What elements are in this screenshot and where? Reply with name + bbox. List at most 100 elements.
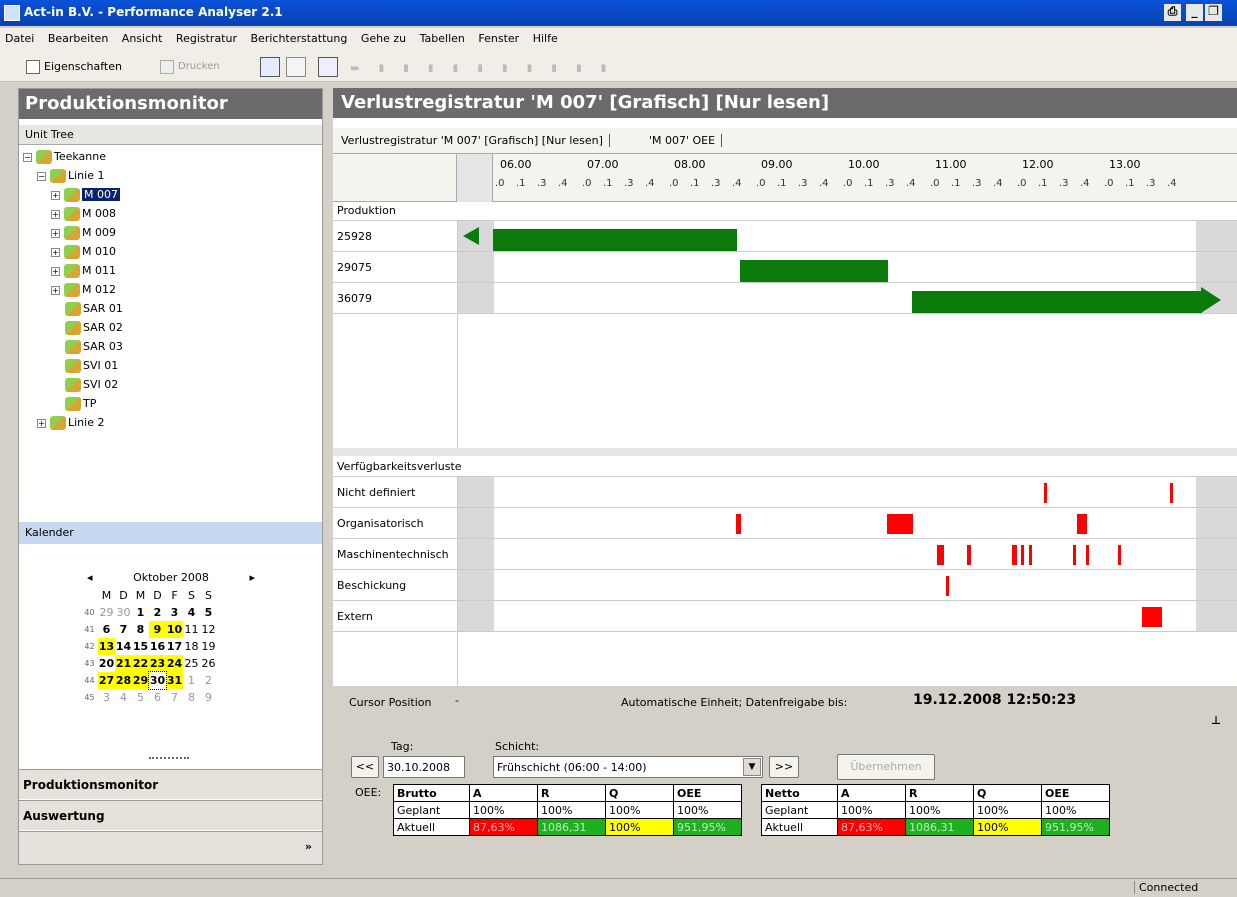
tree-item[interactable]: SAR 03 [65, 337, 123, 356]
calendar-day[interactable]: 16 [149, 638, 166, 655]
tree-item[interactable]: + M 009 [51, 223, 116, 242]
calendar-day[interactable]: 6 [149, 689, 166, 706]
calendar-day[interactable]: 23 [149, 655, 166, 672]
expand-icon[interactable]: + [51, 266, 60, 276]
calendar-day[interactable]: 15 [132, 638, 149, 655]
loss-event[interactable] [1170, 483, 1173, 503]
kalender-header[interactable]: Kalender [19, 522, 322, 544]
calendar-day[interactable]: 4 [183, 604, 200, 621]
tab-oee[interactable]: 'M 007' OEE [649, 134, 723, 147]
calendar-day[interactable]: 7 [166, 689, 183, 706]
expand-icon[interactable]: + [51, 190, 60, 200]
calendar-day[interactable]: 21 [115, 655, 132, 672]
calendar-day[interactable]: 28 [115, 672, 132, 689]
menu-hilfe[interactable]: Hilfe [528, 28, 563, 49]
calendar-day[interactable]: 8 [183, 689, 200, 706]
dropdown-arrow-icon[interactable]: ▼ [743, 758, 761, 776]
calendar-day[interactable]: 22 [132, 655, 149, 672]
collapse-icon[interactable]: − [23, 152, 32, 162]
order-bar-29075[interactable] [740, 260, 888, 282]
loss-event[interactable] [1044, 483, 1047, 503]
nav-produktionsmonitor[interactable]: Produktionsmonitor [19, 769, 322, 799]
loss-event[interactable] [1021, 545, 1024, 565]
tree-linie2[interactable]: + Linie 2 [37, 413, 104, 432]
tab-graph[interactable]: Verlustregistratur 'M 007' [Grafisch] [N… [341, 134, 610, 147]
calendar-day[interactable]: 2 [200, 672, 217, 689]
calendar-day[interactable]: 4 [115, 689, 132, 706]
calendar-day-selected[interactable]: 30 [148, 671, 167, 690]
print-window-icon[interactable]: ⎙ [1164, 4, 1181, 21]
view-table-icon[interactable] [286, 57, 306, 77]
loss-event[interactable] [1029, 545, 1032, 565]
tree-linie1[interactable]: − Linie 1 [37, 166, 104, 185]
prev-day-button[interactable]: << [351, 756, 379, 778]
properties-button[interactable]: Eigenschaften [44, 60, 122, 73]
calendar-day[interactable]: 9 [200, 689, 217, 706]
tree-item[interactable]: SAR 02 [65, 318, 123, 337]
print-button[interactable]: Drucken [178, 61, 220, 72]
tree-root[interactable]: − Teekanne [23, 147, 106, 166]
tree-item[interactable]: + M 010 [51, 242, 116, 261]
calendar-day[interactable]: 1 [132, 604, 149, 621]
calendar-day[interactable]: 8 [132, 621, 149, 638]
expand-icon[interactable]: + [51, 285, 60, 295]
tree-item[interactable]: + M 012 [51, 280, 116, 299]
calendar-day[interactable]: 24 [166, 655, 183, 672]
nav-auswertung[interactable]: Auswertung [19, 800, 322, 830]
tree-item[interactable]: + M 008 [51, 204, 116, 223]
calendar-day[interactable]: 13 [98, 638, 115, 655]
calendar-day[interactable]: 9 [149, 621, 166, 638]
menu-gehe-zu[interactable]: Gehe zu [356, 28, 411, 49]
prev-month-icon[interactable]: ◂ [87, 571, 93, 584]
menu-fenster[interactable]: Fenster [473, 28, 524, 49]
calendar-day[interactable]: 30 [115, 604, 132, 621]
order-bar-36079[interactable] [912, 291, 1202, 313]
loss-event[interactable] [1077, 514, 1087, 534]
collapse-icon[interactable]: − [37, 171, 46, 181]
tree-item[interactable]: SAR 01 [65, 299, 123, 318]
apply-button[interactable]: Übernehmen [837, 754, 935, 780]
expand-icon[interactable]: + [51, 209, 60, 219]
calendar-day[interactable]: 2 [149, 604, 166, 621]
loss-event[interactable] [1086, 545, 1089, 565]
loss-event[interactable] [1142, 607, 1162, 627]
calendar-day[interactable]: 25 [183, 655, 200, 672]
calendar-day[interactable]: 3 [166, 604, 183, 621]
calendar-day[interactable]: 19 [200, 638, 217, 655]
calendar-day[interactable]: 11 [183, 621, 200, 638]
menu-registratur[interactable]: Registratur [171, 28, 242, 49]
calendar-day[interactable]: 18 [183, 638, 200, 655]
next-day-button[interactable]: >> [769, 756, 799, 778]
order-bar-25928[interactable] [493, 229, 737, 251]
calendar-day[interactable]: 5 [200, 604, 217, 621]
calendar-day[interactable]: 10 [166, 621, 183, 638]
calendar-day[interactable]: 29 [98, 604, 115, 621]
menu-bearbeiten[interactable]: Bearbeiten [43, 28, 113, 49]
splitter-handle[interactable] [149, 757, 189, 761]
refresh-icon[interactable] [318, 57, 338, 77]
view-graph-icon[interactable] [260, 57, 280, 77]
tree-item[interactable]: SVI 01 [65, 356, 118, 375]
expand-icon[interactable]: + [37, 418, 46, 428]
menu-berichterstattung[interactable]: Berichterstattung [246, 28, 353, 49]
loss-event[interactable] [1073, 545, 1076, 565]
loss-event[interactable] [1118, 545, 1121, 565]
tag-input[interactable]: 30.10.2008 [383, 756, 465, 778]
loss-event[interactable] [967, 545, 971, 565]
menu-datei[interactable]: Datei [0, 28, 39, 49]
pin-icon[interactable]: ⊥ [1211, 714, 1221, 727]
calendar-day[interactable]: 3 [98, 689, 115, 706]
menu-tabellen[interactable]: Tabellen [415, 28, 470, 49]
expand-icon[interactable]: + [51, 247, 60, 257]
tree-item[interactable]: SVI 02 [65, 375, 118, 394]
tree-item[interactable]: + M 011 [51, 261, 116, 280]
calendar-day[interactable]: 7 [115, 621, 132, 638]
calendar-day[interactable]: 1 [183, 672, 200, 689]
expand-icon[interactable]: + [51, 228, 60, 238]
loss-event[interactable] [736, 514, 741, 534]
more-icon[interactable]: » [305, 840, 312, 853]
calendar-day[interactable]: 20 [98, 655, 115, 672]
calendar-day[interactable]: 6 [98, 621, 115, 638]
schicht-select[interactable]: Frühschicht (06:00 - 14:00) ▼ [493, 756, 763, 778]
calendar-day[interactable]: 26 [200, 655, 217, 672]
